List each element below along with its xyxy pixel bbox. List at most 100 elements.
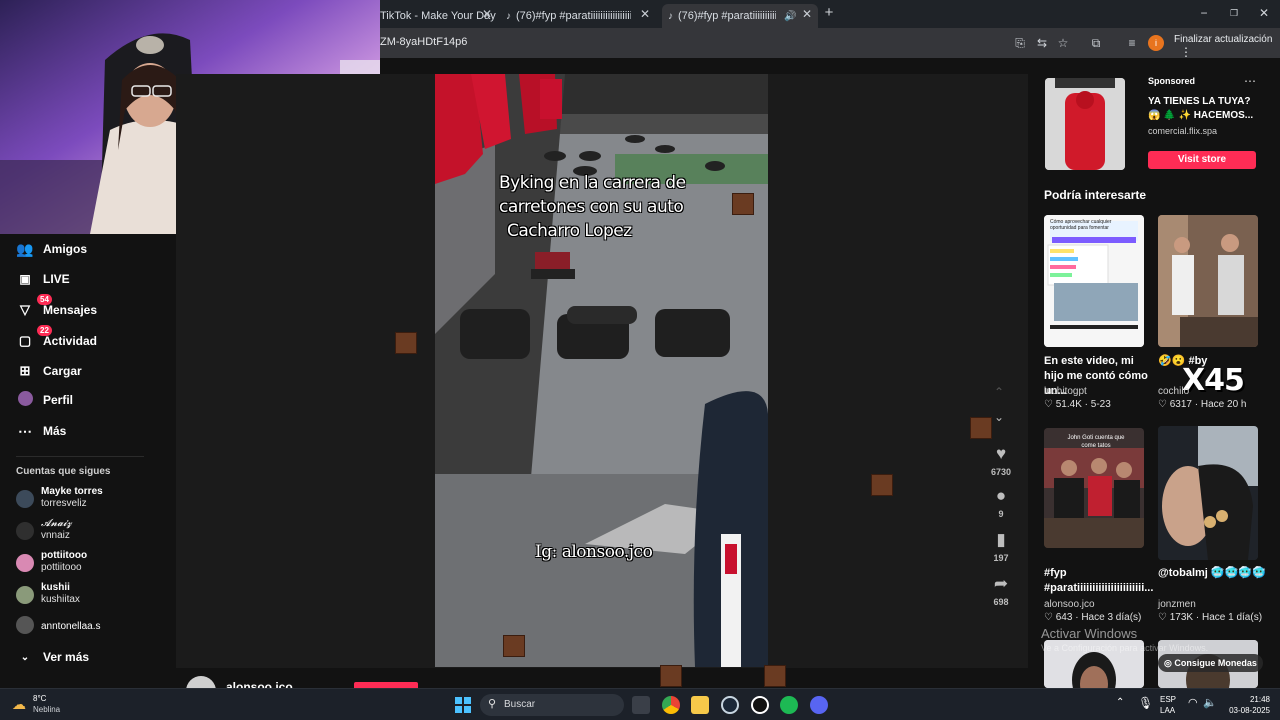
sidebar-item-actividad[interactable]: ▢ 22 Actividad <box>16 325 98 352</box>
clock[interactable]: 21:48 03-08-2025 <box>1222 694 1270 716</box>
clock-time: 21:48 <box>1249 695 1270 704</box>
emoji-sticker <box>970 417 992 439</box>
recommended-title[interactable]: 🤣😮 #byk <box>1158 354 1208 369</box>
recommended-title[interactable]: #fyp #paratiiiiiiiiiiiiiiiiiiiiii... <box>1044 566 1153 596</box>
recommended-thumbnail[interactable]: X45 <box>1158 215 1258 347</box>
emoji-sticker <box>660 665 682 687</box>
comment-button[interactable]: ● 9 <box>986 486 1016 519</box>
sidebar-item-perfil[interactable]: Perfil <box>16 389 73 411</box>
recommended-author[interactable]: luchitogpt <box>1044 386 1087 397</box>
bookmark-star-icon[interactable]: ☆ <box>1055 35 1071 51</box>
search-icon: ⚲ <box>488 698 497 710</box>
wifi-icon[interactable]: ◠ <box>1188 696 1198 709</box>
language-code: ESP <box>1160 695 1177 704</box>
recommended-thumbnail[interactable] <box>1158 426 1258 560</box>
recommended-meta: ♡ 51.4K · 5-23 <box>1044 399 1111 410</box>
heart-outline-icon: ♡ <box>1158 612 1170 623</box>
share-button[interactable]: ➦ 698 <box>986 574 1016 607</box>
close-icon[interactable]: ✕ <box>802 7 812 21</box>
translate-icon[interactable]: ⇆ <box>1034 35 1050 51</box>
right-column: Sponsored ⋯ YA TIENES LA TUYA? 😱 🌲 ✨ HAC… <box>1036 74 1280 688</box>
url-field[interactable]: ZM-8yaHDtF14p6 <box>380 36 467 48</box>
share-icon: ➦ <box>993 574 1009 593</box>
see-more-label: Ver más <box>43 650 90 664</box>
install-app-icon[interactable]: ⎘ <box>1012 35 1028 51</box>
thumbnail-image <box>1158 426 1258 560</box>
sidebar-item-live[interactable]: ▣ LIVE <box>16 268 69 290</box>
volume-icon[interactable]: 🔈 <box>1203 696 1217 709</box>
save-button[interactable]: ▮ 197 <box>986 530 1016 563</box>
sidebar-item-label: Actividad <box>43 334 98 348</box>
restore-icon[interactable]: ❐ <box>1226 5 1242 21</box>
previous-video-icon[interactable]: ⌃ <box>994 385 1004 399</box>
like-button[interactable]: ♥ 6730 <box>986 444 1016 477</box>
spotify-icon[interactable] <box>780 696 798 714</box>
upload-icon: ⊞ <box>19 363 31 378</box>
page-header-strip <box>380 58 1280 74</box>
windows-start-icon[interactable] <box>455 697 471 713</box>
post-age: 5-23 <box>1090 399 1111 410</box>
chrome-icon[interactable] <box>662 696 680 714</box>
recommended-author[interactable]: alonsoo.jco <box>1044 599 1095 610</box>
get-coins-button[interactable]: ◎ Consigue Monedas <box>1158 654 1263 672</box>
emoji-sticker <box>503 635 525 657</box>
sponsored-image <box>1045 78 1125 170</box>
like-count: 6730 <box>990 467 1012 477</box>
sidebar-item-cargar[interactable]: ⊞ Cargar <box>16 360 82 382</box>
discord-icon[interactable] <box>810 696 828 714</box>
heart-outline-icon: ♡ <box>1158 399 1170 410</box>
sidebar-divider <box>16 456 144 457</box>
like-count: 51.4K <box>1055 399 1082 410</box>
tab-fyp-1[interactable]: ♪ (76)#fyp #paratiiiiiiiiiiiiiiiiii ✕ <box>506 4 656 28</box>
recommended-author[interactable]: jonzmen <box>1158 599 1196 610</box>
tab-tiktok[interactable]: TikTok - Make Your Day ✕ <box>380 4 498 28</box>
messages-icon: ▽ <box>20 302 30 317</box>
sidebar-item-amigos[interactable]: 👥 Amigos <box>16 238 87 260</box>
video-watermark: Ig: alonsoo.jco <box>535 542 653 562</box>
post-age: Hace 1 día(s) <box>1202 612 1263 623</box>
close-icon[interactable]: ✕ <box>482 7 492 21</box>
avatar <box>16 616 34 634</box>
recommended-author[interactable]: cochilo <box>1158 386 1189 397</box>
profile-avatar-icon[interactable]: i <box>1148 35 1164 51</box>
sponsored-thumbnail[interactable] <box>1045 78 1125 170</box>
language-indicator[interactable]: ESP LAA <box>1160 694 1176 716</box>
speaker-icon[interactable]: 🔊 <box>784 11 796 22</box>
new-tab-icon[interactable]: + <box>821 5 837 21</box>
microphone-icon[interactable]: 🎙 <box>1138 696 1153 710</box>
kebab-menu-icon[interactable]: ⋮ <box>1180 45 1192 59</box>
tiktok-live-icon[interactable] <box>751 696 769 714</box>
tiktok-icon: ♪ <box>668 10 673 22</box>
finish-update-button[interactable]: Finalizar actualización ⋮ <box>1174 34 1280 59</box>
sponsored-more-icon[interactable]: ⋯ <box>1244 74 1256 88</box>
get-coins-label: Consigue Monedas <box>1174 658 1257 668</box>
thumbnail-caption: Cómo aprovechar cualquier oportunidad pa… <box>1050 219 1112 231</box>
recommended-title[interactable]: @tobalmj 🥶🥶🥶🥶 <box>1158 566 1276 581</box>
file-explorer-icon[interactable] <box>691 696 709 714</box>
media-control-icon[interactable]: ≡ <box>1124 35 1140 51</box>
profile-icon <box>16 391 34 409</box>
visit-store-button[interactable]: Visit store <box>1148 151 1256 169</box>
recommended-thumbnail[interactable]: Cómo aprovechar cualquier oportunidad pa… <box>1044 215 1144 347</box>
close-window-icon[interactable]: ✕ <box>1256 5 1272 21</box>
recommended-thumbnail[interactable]: John Goti cuenta que come tatos <box>1044 428 1144 548</box>
task-view-icon[interactable] <box>632 696 650 714</box>
see-more-link[interactable]: ⌄ Ver más <box>16 646 89 668</box>
sidebar-item-mas[interactable]: ⋯ Más <box>16 420 66 442</box>
search-box[interactable]: ⚲ Buscar <box>480 694 624 716</box>
video-player[interactable]: Byking en la carrera de carretones con s… <box>435 74 768 667</box>
emoji-sticker <box>764 665 786 687</box>
minimize-icon[interactable]: − <box>1196 5 1212 21</box>
close-icon[interactable]: ✕ <box>640 7 650 21</box>
weather-icon: ☁ <box>12 696 26 712</box>
sidebar-item-mensajes[interactable]: ▽ 54 Mensajes <box>16 294 97 321</box>
thumbnail-caption: John Goti cuenta que come tatos <box>1067 435 1125 449</box>
clock-date: 03-08-2025 <box>1229 706 1270 715</box>
steam-icon[interactable] <box>721 696 739 714</box>
tray-chevron-icon[interactable]: ⌃ <box>1116 697 1124 708</box>
tab-fyp-2[interactable]: ♪ (76)#fyp #paratiiiiiiiiiiiiiiii 🔊 ✕ <box>662 4 818 28</box>
messages-badge: 54 <box>37 294 52 305</box>
next-video-icon[interactable]: ⌄ <box>994 410 1004 424</box>
extensions-icon[interactable]: ⧉ <box>1088 35 1104 51</box>
author-name[interactable]: alonsoo.jco <box>226 680 293 688</box>
